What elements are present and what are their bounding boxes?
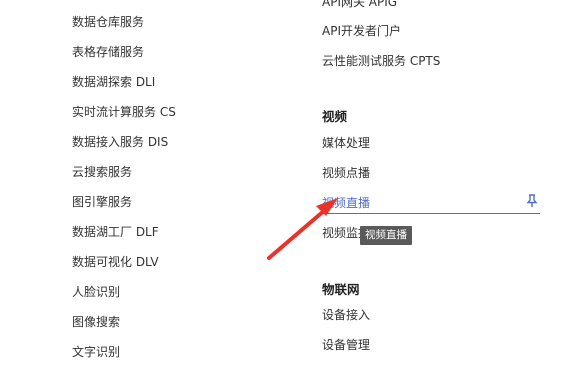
menu-item-table-storage[interactable]: 表格存储服务 <box>72 44 144 60</box>
menu-item-dis[interactable]: 数据接入服务 DIS <box>72 134 168 150</box>
menu-item-dlv[interactable]: 数据可视化 DLV <box>72 254 159 270</box>
hover-underline <box>320 213 540 214</box>
menu-item-data-warehouse[interactable]: 数据仓库服务 <box>72 14 144 30</box>
section-title-video: 视频 <box>322 109 348 124</box>
tooltip: 视频直播 <box>360 226 412 245</box>
menu-item-cs[interactable]: 实时流计算服务 CS <box>72 104 176 120</box>
menu-item-dlf[interactable]: 数据湖工厂 DLF <box>72 224 159 240</box>
menu-item-device-management[interactable]: 设备管理 <box>322 337 370 353</box>
menu-item-dli[interactable]: 数据湖探索 DLI <box>72 74 155 90</box>
menu-item-graph-engine[interactable]: 图引擎服务 <box>72 194 132 210</box>
menu-item-apig[interactable]: API网关 APIG <box>322 0 397 10</box>
menu-item-cpts[interactable]: 云性能测试服务 CPTS <box>322 53 440 69</box>
menu-item-face-recognition[interactable]: 人脸识别 <box>72 284 120 300</box>
menu-item-image-search[interactable]: 图像搜索 <box>72 314 120 330</box>
section-title-iot: 物联网 <box>322 282 360 297</box>
menu-item-api-dev-portal[interactable]: API开发者门户 <box>322 23 401 39</box>
menu-item-cloud-search[interactable]: 云搜索服务 <box>72 164 132 180</box>
menu-item-ocr[interactable]: 文字识别 <box>72 344 120 360</box>
pin-icon[interactable] <box>526 194 538 208</box>
menu-item-vod[interactable]: 视频点播 <box>322 165 370 181</box>
menu-item-media-processing[interactable]: 媒体处理 <box>322 135 370 151</box>
menu-item-live-video[interactable]: 视频直播 <box>322 195 370 211</box>
menu-item-device-access[interactable]: 设备接入 <box>322 307 370 323</box>
